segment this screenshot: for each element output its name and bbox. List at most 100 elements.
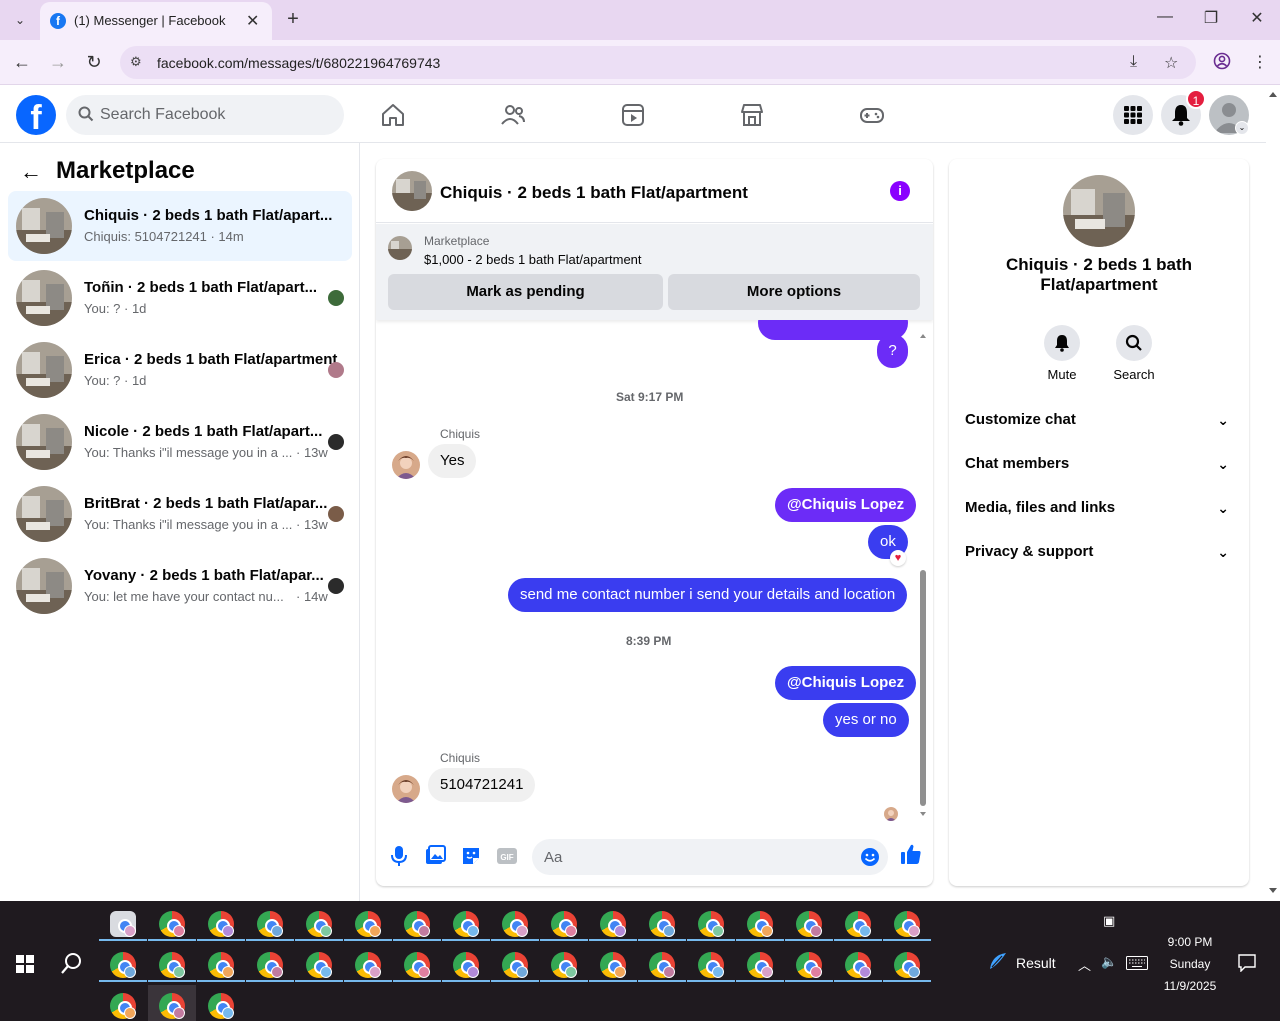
chrome-profile-icon[interactable] <box>306 952 332 978</box>
meet-now-icon[interactable]: ▣ <box>1103 913 1115 929</box>
close-window-icon[interactable]: ✕ <box>1242 8 1272 28</box>
profile-icon[interactable] <box>1213 52 1231 75</box>
mark-as-pending-button[interactable]: Mark as pending <box>388 274 663 310</box>
chrome-profile-icon[interactable] <box>257 911 283 937</box>
new-tab-icon[interactable]: + <box>280 7 306 33</box>
photo-icon[interactable] <box>424 845 446 867</box>
chrome-profile-icon[interactable] <box>208 993 234 1019</box>
chrome-profile-icon[interactable] <box>306 911 332 937</box>
message-input[interactable]: Aa <box>532 839 888 875</box>
chrome-profile-icon[interactable] <box>698 952 724 978</box>
info-icon[interactable]: i <box>890 181 910 201</box>
forward-icon[interactable]: → <box>46 51 70 75</box>
chrome-profile-icon[interactable] <box>845 911 871 937</box>
marketplace-icon[interactable] <box>739 102 765 128</box>
contact-avatar[interactable] <box>392 451 420 479</box>
gif-icon[interactable]: GIF <box>496 845 518 867</box>
heart-reaction-icon[interactable]: ♥ <box>890 550 906 566</box>
account-chevron-down-icon[interactable]: ⌄ <box>1235 121 1249 135</box>
chat-listing-thumbnail[interactable] <box>392 171 432 211</box>
keyboard-icon[interactable] <box>1126 956 1148 970</box>
emoji-icon[interactable] <box>860 847 880 867</box>
listing-description[interactable]: $1,000 - 2 beds 1 bath Flat/apartment <box>424 252 642 267</box>
chrome-profile-icon[interactable] <box>796 952 822 978</box>
windows-start-icon[interactable] <box>16 955 34 973</box>
chrome-profile-icon[interactable] <box>159 952 185 978</box>
contact-avatar[interactable] <box>392 775 420 803</box>
chrome-profile-icon[interactable] <box>453 911 479 937</box>
chrome-profile-icon[interactable] <box>747 952 773 978</box>
site-info-icon[interactable]: ⚙ <box>130 54 142 70</box>
snipping-tool-icon[interactable] <box>110 911 136 937</box>
bookmark-star-icon[interactable]: ☆ <box>1164 53 1178 73</box>
video-icon[interactable] <box>620 102 646 128</box>
chrome-profile-icon[interactable] <box>845 952 871 978</box>
back-icon[interactable]: ← <box>10 51 34 75</box>
home-icon[interactable] <box>380 102 406 128</box>
conversation-item[interactable]: Toñin · 2 beds 1 bath Flat/apart... You: … <box>8 263 352 333</box>
conversation-item[interactable]: BritBrat · 2 beds 1 bath Flat/apar... You… <box>8 479 352 549</box>
gaming-icon[interactable] <box>859 102 885 128</box>
chat-members-row[interactable]: Chat members ⌄ <box>965 444 1233 484</box>
chrome-profile-icon[interactable] <box>600 911 626 937</box>
outgoing-mention-message[interactable]: @Chiquis Lopez <box>775 488 917 522</box>
chrome-profile-icon[interactable] <box>404 911 430 937</box>
chat-scrollbar[interactable] <box>918 330 928 820</box>
chrome-profile-icon[interactable] <box>159 993 185 1019</box>
facebook-logo-icon[interactable]: f <box>16 95 56 135</box>
microphone-icon[interactable] <box>388 845 410 867</box>
chrome-profile-icon[interactable] <box>257 952 283 978</box>
chrome-profile-icon[interactable] <box>649 911 675 937</box>
close-tab-icon[interactable]: ✕ <box>246 11 259 31</box>
customize-chat-row[interactable]: Customize chat ⌄ <box>965 400 1233 440</box>
browser-menu-icon[interactable]: ⋮ <box>1252 52 1268 72</box>
chrome-profile-icon[interactable] <box>894 911 920 937</box>
conversation-item[interactable]: Yovany · 2 beds 1 bath Flat/apar... You: … <box>8 551 352 621</box>
page-scrollbar[interactable] <box>1266 85 1280 901</box>
search-in-conversation-button[interactable]: Search <box>1104 325 1164 382</box>
chrome-profile-icon[interactable] <box>110 993 136 1019</box>
chrome-profile-icon[interactable] <box>894 952 920 978</box>
chrome-profile-icon[interactable] <box>551 952 577 978</box>
install-app-icon[interactable]: ⤓ <box>1130 53 1137 71</box>
conversation-item[interactable]: Chiquis · 2 beds 1 bath Flat/apart... Chi… <box>8 191 352 261</box>
tray-overflow-chevron-icon[interactable]: ︿ <box>1078 955 1091 974</box>
chrome-profile-icon[interactable] <box>502 952 528 978</box>
address-bar[interactable]: ⚙ facebook.com/messages/t/68022196476974… <box>120 46 1196 79</box>
volume-icon[interactable]: 🔈 <box>1101 954 1117 970</box>
reload-icon[interactable]: ↻ <box>82 51 106 75</box>
chat-title[interactable]: Chiquis · 2 beds 1 bath Flat/apartment <box>440 183 748 203</box>
restore-icon[interactable]: ❐ <box>1196 8 1226 28</box>
thumbs-up-icon[interactable] <box>900 843 922 865</box>
minimize-icon[interactable]: — <box>1150 8 1180 26</box>
chrome-profile-icon[interactable] <box>453 952 479 978</box>
chrome-profile-icon[interactable] <box>355 911 381 937</box>
conversation-item[interactable]: Nicole · 2 beds 1 bath Flat/apart... You:… <box>8 407 352 477</box>
chrome-profile-icon[interactable] <box>698 911 724 937</box>
chrome-profile-icon[interactable] <box>551 911 577 937</box>
chrome-profile-icon[interactable] <box>355 952 381 978</box>
outgoing-mention-message[interactable]: @Chiquis Lopez <box>775 666 917 700</box>
chrome-profile-icon[interactable] <box>159 911 185 937</box>
back-arrow-icon[interactable]: ← <box>20 159 42 185</box>
chrome-profile-icon[interactable] <box>208 952 234 978</box>
chrome-profile-icon[interactable] <box>502 911 528 937</box>
browser-tab[interactable]: f (1) Messenger | Facebook ✕ <box>40 2 272 40</box>
tab-search-dropdown-icon[interactable]: ⌄ <box>6 7 34 33</box>
taskbar-search-icon[interactable] <box>60 951 84 975</box>
listing-avatar[interactable] <box>1063 175 1135 247</box>
more-options-button[interactable]: More options <box>668 274 920 310</box>
friends-icon[interactable] <box>500 102 526 128</box>
chrome-profile-icon[interactable] <box>404 952 430 978</box>
chrome-profile-icon[interactable] <box>747 911 773 937</box>
sticker-icon[interactable] <box>460 845 482 867</box>
chrome-profile-icon[interactable] <box>110 952 136 978</box>
menu-grid-button[interactable] <box>1113 95 1153 135</box>
notification-center-icon[interactable] <box>1238 954 1256 972</box>
privacy-support-row[interactable]: Privacy & support ⌄ <box>965 532 1233 572</box>
mute-button[interactable]: Mute <box>1032 325 1092 382</box>
chrome-profile-icon[interactable] <box>649 952 675 978</box>
facebook-search-input[interactable]: Search Facebook <box>66 95 344 135</box>
conversation-item[interactable]: Erica · 2 beds 1 bath Flat/apartment You:… <box>8 335 352 405</box>
taskbar-clock[interactable]: 9:00 PM Sunday 11/9/2025 <box>1150 931 1230 997</box>
